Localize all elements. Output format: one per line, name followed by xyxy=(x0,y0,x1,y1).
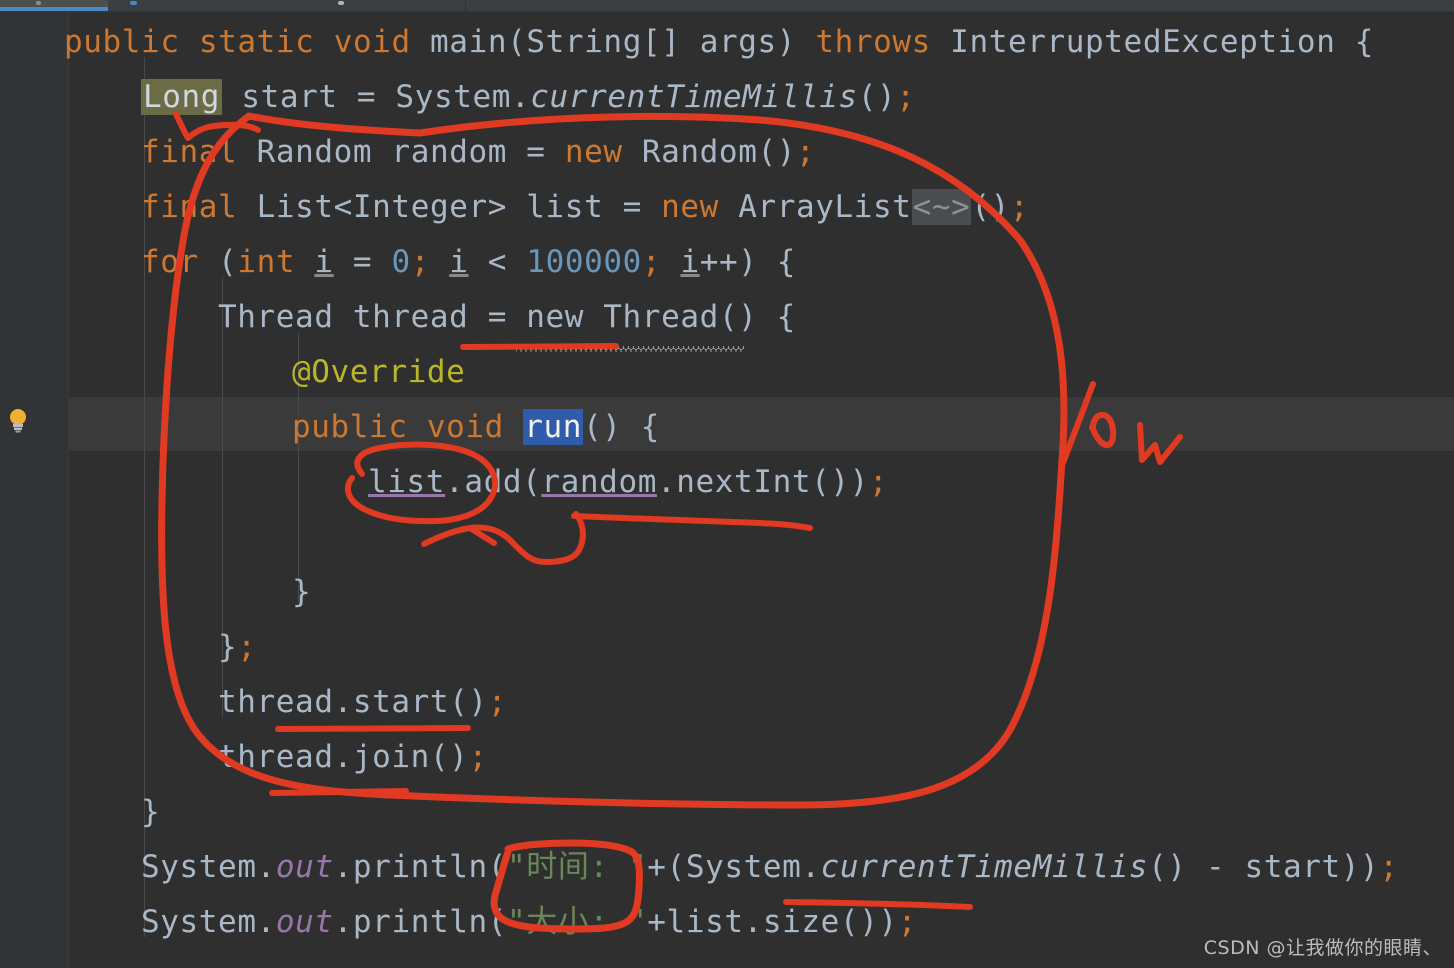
token-field-list: list xyxy=(368,464,446,500)
tab-close-icon[interactable] xyxy=(338,1,344,5)
token-keyword: static xyxy=(198,24,315,60)
inferred-type-hint: <~> xyxy=(911,189,972,225)
code-editor[interactable]: public static void main(String[] args) t… xyxy=(0,13,1454,968)
code-line-14[interactable]: } xyxy=(141,785,160,840)
csdn-watermark: CSDN @让我做你的眼睛、 xyxy=(1203,937,1442,959)
token-keyword: throws xyxy=(815,24,931,60)
highlighted-identifier-long: Long xyxy=(141,79,223,115)
code-line-7[interactable]: public void run() { xyxy=(292,400,660,455)
selected-token-run: run xyxy=(523,409,583,445)
code-line-15[interactable]: System.out.println("时间: "+(System.curren… xyxy=(141,840,1399,895)
code-line-11[interactable]: }; xyxy=(218,620,257,675)
code-content[interactable]: public static void main(String[] args) t… xyxy=(0,13,1454,968)
tab-strip-empty-area xyxy=(465,0,1454,11)
tab-file-icon-secondary xyxy=(130,1,137,5)
token-keyword: public xyxy=(64,24,180,60)
token-static-method: currentTimeMillis xyxy=(530,79,858,115)
token-keyword: void xyxy=(333,24,411,60)
code-line-0[interactable]: public static void main(String[] args) t… xyxy=(64,15,1374,70)
token-method: main xyxy=(430,24,508,60)
token-field-random: random xyxy=(541,464,657,500)
token-annotation: @Override xyxy=(292,354,466,390)
string-literal-size: "大小: " xyxy=(507,904,648,940)
ide-editor-screenshot: public static void main(String[] args) t… xyxy=(0,0,1454,968)
editor-tab-bar[interactable] xyxy=(0,0,1454,13)
code-line-13[interactable]: thread.join(); xyxy=(218,730,488,785)
code-line-5[interactable]: Thread thread = new Thread() { xyxy=(218,290,796,345)
code-line-10[interactable]: } xyxy=(292,565,311,620)
tab-file-icon xyxy=(36,1,41,5)
code-line-3[interactable]: final List<Integer> list = new ArrayList… xyxy=(141,180,1029,235)
code-line-12[interactable]: thread.start(); xyxy=(218,675,507,730)
code-line-16[interactable]: System.out.println("大小: "+list.size()); xyxy=(141,895,917,950)
code-line-6[interactable]: @Override xyxy=(292,345,465,400)
code-line-4[interactable]: for (int i = 0; i < 100000; i++) { xyxy=(141,235,796,290)
code-line-1[interactable]: Long start = System.currentTimeMillis(); xyxy=(141,70,916,125)
code-line-8[interactable]: list.add(random.nextInt()); xyxy=(368,455,888,510)
warning-wavy-underline xyxy=(516,346,744,352)
editor-tab-inactive[interactable] xyxy=(112,0,282,11)
string-literal-time: "时间: " xyxy=(507,849,648,885)
token-static-field-out: out xyxy=(275,904,334,940)
token-static-field-out: out xyxy=(275,849,334,885)
code-line-2[interactable]: final Random random = new Random(); xyxy=(141,125,815,180)
